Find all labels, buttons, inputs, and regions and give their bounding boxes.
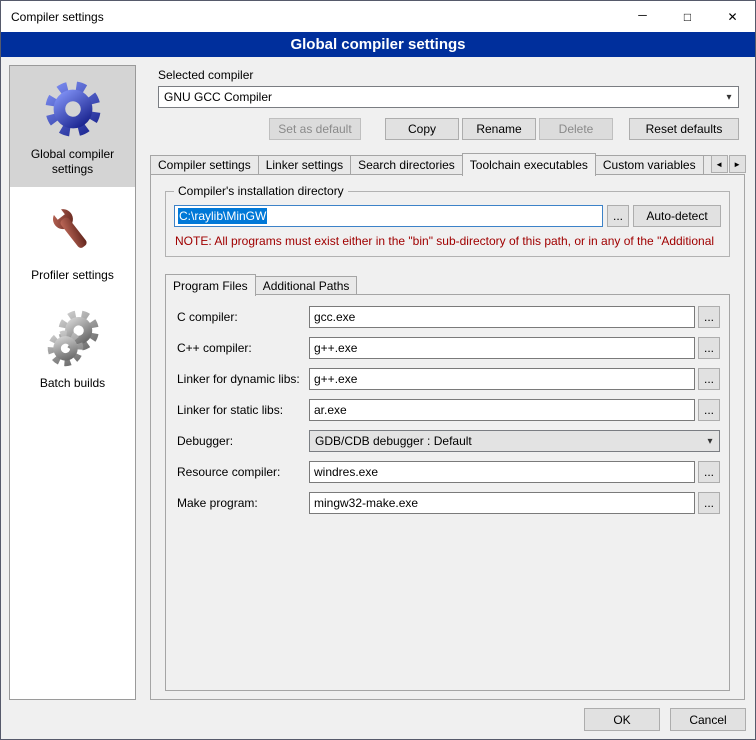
close-button[interactable]: ✕ [710,1,755,32]
install-dir-group-label: Compiler's installation directory [174,184,348,198]
autodetect-button[interactable]: Auto-detect [633,205,721,227]
titlebar: Compiler settings ─ □ ✕ [1,1,755,32]
dialog-header: Global compiler settings [1,32,755,57]
make-program-browse-button[interactable]: ... [698,492,720,514]
tab-label: Custom variables [603,158,696,172]
dropdown-arrow-icon: ▾ [701,436,719,447]
program-files-panel: C compiler: ... C++ compiler: ... Linker… [165,294,730,691]
install-dir-input[interactable]: C:\raylib\MinGW [174,205,603,227]
tab-scroll-left-button[interactable]: ◄ [711,155,728,173]
sidebar-item-profiler-settings[interactable]: Profiler settings [10,191,135,293]
field-label: Make program: [177,496,309,510]
batch-builds-gears-icon [43,309,103,369]
maximize-icon: □ [684,10,691,24]
debugger-combobox[interactable]: GDB/CDB debugger : Default ▾ [309,430,720,452]
program-files-subtabstrip: Program Files Additional Paths [165,274,730,295]
settings-tabstrip: Compiler settings Linker settings Search… [150,153,745,175]
cancel-button[interactable]: Cancel [670,708,746,731]
field-row-linker-static: Linker for static libs: ... [177,399,720,421]
compiler-settings-window: Compiler settings ─ □ ✕ Global compiler … [0,0,756,740]
dialog-header-title: Global compiler settings [290,36,465,53]
subtab-label: Program Files [173,279,248,293]
maximize-button[interactable]: □ [665,1,710,32]
tab-scrollers: ◄ ► [711,155,746,173]
compiler-buttons-row: Set as default Copy Rename Delete Reset … [158,118,739,140]
tab-compiler-settings[interactable]: Compiler settings [150,155,259,175]
field-row-debugger: Debugger: GDB/CDB debugger : Default ▾ [177,430,720,452]
resource-compiler-input[interactable] [309,461,695,483]
install-dir-selected-text: C:\raylib\MinGW [178,208,267,224]
profiler-tool-icon [44,203,102,261]
tab-search-directories[interactable]: Search directories [350,155,463,175]
tab-label: Search directories [358,158,455,172]
linker-static-browse-button[interactable]: ... [698,399,720,421]
selected-compiler-combobox[interactable]: GNU GCC Compiler ▾ [158,86,739,108]
linker-dynamic-input[interactable] [309,368,695,390]
delete-button[interactable]: Delete [539,118,613,140]
minimize-button[interactable]: ─ [620,1,665,32]
field-row-linker-dynamic: Linker for dynamic libs: ... [177,368,720,390]
linker-static-input[interactable] [309,399,695,421]
selected-compiler-value: GNU GCC Compiler [164,90,720,104]
sidebar-item-label: Global compiler settings [13,147,132,177]
tab-label: Linker settings [266,158,343,172]
set-as-default-button[interactable]: Set as default [269,118,361,140]
global-compiler-gear-icon [42,78,104,140]
dialog-footer: OK Cancel [9,700,747,731]
field-label: Resource compiler: [177,465,309,479]
sidebar-item-batch-builds[interactable]: Batch builds [10,297,135,401]
close-icon: ✕ [727,10,737,24]
make-program-input[interactable] [309,492,695,514]
caption-buttons: ─ □ ✕ [620,1,755,32]
field-row-c-compiler: C compiler: ... [177,306,720,328]
field-row-make-program: Make program: ... [177,492,720,514]
field-label: C compiler: [177,310,309,324]
tab-custom-variables[interactable]: Custom variables [595,155,704,175]
cpp-compiler-input[interactable] [309,337,695,359]
linker-dynamic-browse-button[interactable]: ... [698,368,720,390]
install-dir-browse-button[interactable]: ... [607,205,629,227]
install-dir-note-text: NOTE: All programs must exist either in … [175,234,720,248]
field-label: Linker for dynamic libs: [177,372,309,386]
selected-compiler-label: Selected compiler [158,68,747,82]
tab-label: Toolchain executables [470,158,588,172]
subtab-program-files[interactable]: Program Files [165,274,256,296]
resource-compiler-browse-button[interactable]: ... [698,461,720,483]
ok-button[interactable]: OK [584,708,660,731]
sidebar-item-label: Profiler settings [31,268,114,283]
toolchain-executables-panel: Compiler's installation directory C:\ray… [150,174,745,700]
install-dir-groupbox: Compiler's installation directory C:\ray… [165,191,730,257]
field-row-cpp-compiler: C++ compiler: ... [177,337,720,359]
dropdown-arrow-icon: ▾ [720,92,738,103]
field-label: Debugger: [177,434,309,448]
field-label: Linker for static libs: [177,403,309,417]
sidebar-item-label: Batch builds [40,376,105,391]
subtab-label: Additional Paths [263,279,350,293]
field-row-resource-compiler: Resource compiler: ... [177,461,720,483]
debugger-value: GDB/CDB debugger : Default [315,434,701,448]
tab-linker-settings[interactable]: Linker settings [258,155,351,175]
sidebar-item-global-compiler-settings[interactable]: Global compiler settings [10,66,135,187]
main-area: Selected compiler GNU GCC Compiler ▾ Set… [144,65,747,700]
window-title: Compiler settings [1,10,104,24]
c-compiler-input[interactable] [309,306,695,328]
c-compiler-browse-button[interactable]: ... [698,306,720,328]
sidebar: Global compiler settings [9,65,136,700]
field-label: C++ compiler: [177,341,309,355]
minimize-icon: ─ [638,8,647,22]
reset-defaults-button[interactable]: Reset defaults [629,118,739,140]
copy-button[interactable]: Copy [385,118,459,140]
tab-label: Compiler settings [158,158,251,172]
cpp-compiler-browse-button[interactable]: ... [698,337,720,359]
tab-build-options-truncated[interactable]: Buil [703,155,711,175]
rename-button[interactable]: Rename [462,118,536,140]
tab-toolchain-executables[interactable]: Toolchain executables [462,153,596,176]
subtab-additional-paths[interactable]: Additional Paths [255,276,358,295]
tab-scroll-right-button[interactable]: ► [729,155,746,173]
